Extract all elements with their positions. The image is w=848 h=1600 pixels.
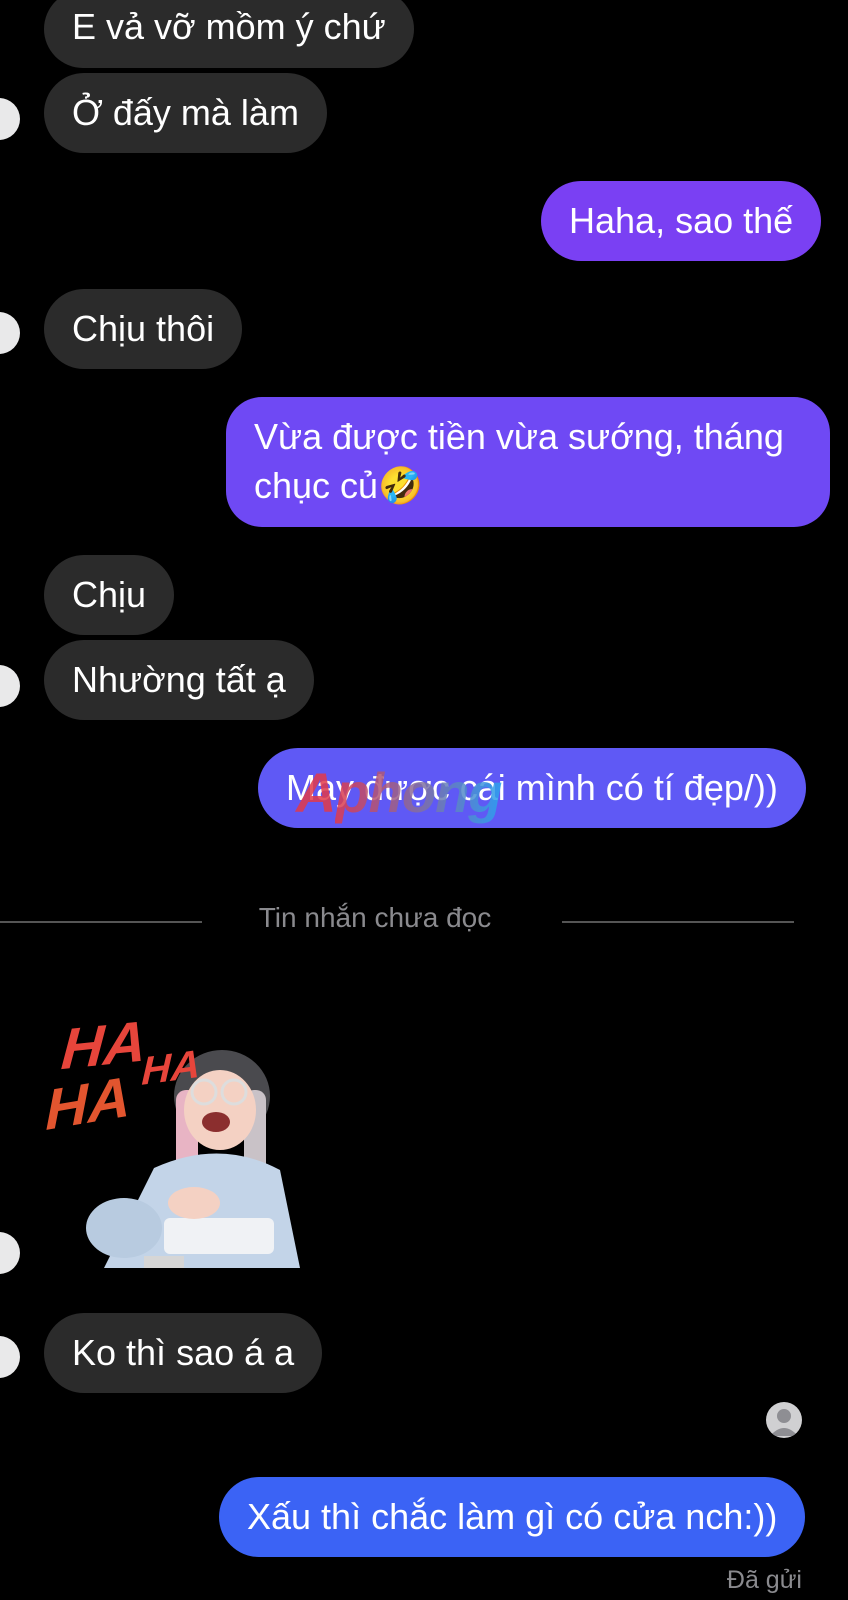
message-text: Haha, sao thế xyxy=(569,200,794,241)
laughing-girl-sticker[interactable]: HA HA HA xyxy=(44,1009,314,1288)
person-icon xyxy=(770,1409,798,1436)
message-text: Chịu xyxy=(72,574,147,615)
message-bubble-incoming[interactable]: Nhường tất ạ xyxy=(44,640,314,720)
message-bubble-outgoing[interactable]: Haha, sao thế xyxy=(541,181,822,261)
message-bubble-outgoing[interactable]: Vừa được tiền vừa sướng, tháng chục củ🤣 xyxy=(226,397,830,527)
message-bubble-incoming[interactable]: Ko thì sao á a xyxy=(44,1313,323,1393)
divider-line-right xyxy=(562,921,794,923)
message-text-line2: chục củ🤣 xyxy=(254,465,423,506)
sticker-text-ha-2: HA xyxy=(140,1042,202,1094)
contact-avatar[interactable] xyxy=(0,665,20,707)
message-bubble-incoming[interactable]: E vả vỡ mồm ý chứ xyxy=(44,0,414,68)
message-text: Chịu thôi xyxy=(72,308,215,349)
seen-by-avatar xyxy=(766,1402,802,1438)
divider-line-left xyxy=(0,921,202,923)
message-bubble-incoming[interactable]: Chịu thôi xyxy=(44,289,243,369)
message-text-line1: Vừa được tiền vừa sướng, tháng xyxy=(254,416,784,457)
message-text: Ko thì sao á a xyxy=(72,1332,295,1373)
contact-avatar[interactable] xyxy=(0,98,20,140)
contact-avatar[interactable] xyxy=(0,312,20,354)
contact-avatar[interactable] xyxy=(0,1336,20,1378)
message-text: May được cái mình có tí đẹp/)) xyxy=(286,767,778,808)
message-text: Xấu thì chắc làm gì có cửa nch:)) xyxy=(247,1496,778,1537)
message-bubble-outgoing[interactable]: May được cái mình có tí đẹp/)) xyxy=(258,748,806,828)
message-text: E vả vỡ mồm ý chứ xyxy=(72,6,386,47)
message-text: Nhường tất ạ xyxy=(72,659,286,700)
message-text: Ở đấy mà làm xyxy=(72,92,299,133)
unread-divider-label: Tin nhắn chưa đọc xyxy=(258,902,492,933)
contact-avatar[interactable] xyxy=(0,1232,20,1274)
message-bubble-incoming[interactable]: Chịu xyxy=(44,555,175,635)
message-bubble-outgoing[interactable]: Xấu thì chắc làm gì có cửa nch:)) xyxy=(219,1477,806,1557)
delivery-status: Đã gửi xyxy=(726,1566,802,1594)
message-bubble-incoming[interactable]: Ở đấy mà làm xyxy=(44,73,327,153)
